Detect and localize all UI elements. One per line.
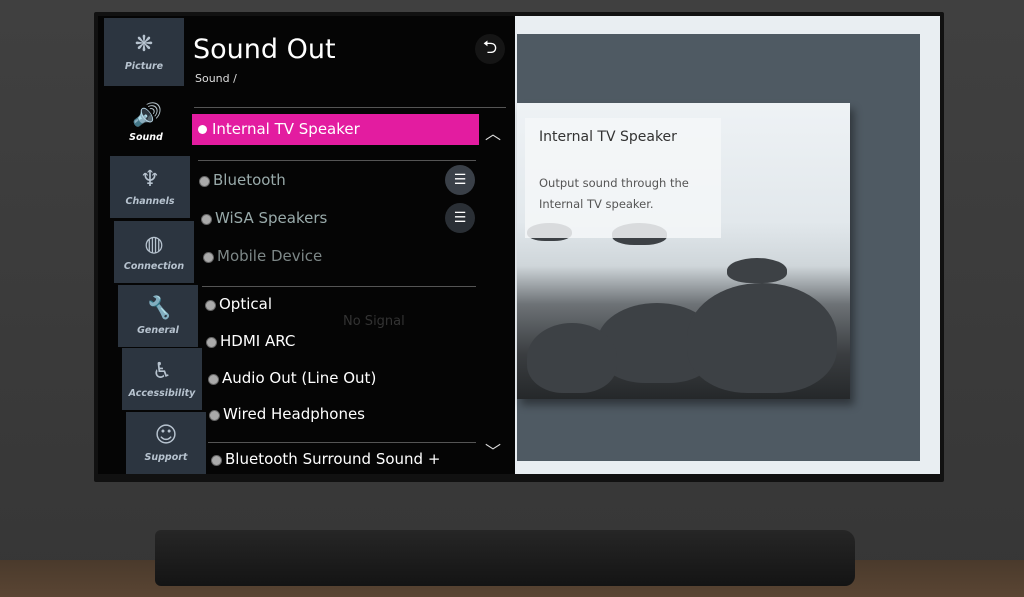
divider [208,442,476,443]
info-title: Internal TV Speaker [539,129,677,145]
list-icon: ☰ [453,172,467,188]
option-wisa-speakers[interactable]: WiSA Speakers [201,209,327,227]
sidebar-item-general[interactable]: 🔧 General [118,285,198,347]
tv-screen: Internal TV Speaker Output sound through… [98,16,940,474]
no-signal-text: No Signal [343,314,405,329]
wrench-icon: 🔧 [144,295,172,321]
option-wired-headphones[interactable]: Wired Headphones [209,405,365,423]
sidebar-item-support[interactable]: ☺ Support [126,412,206,474]
back-button[interactable]: ⮌ [475,34,505,64]
picture-icon: ❋ [134,31,154,57]
divider [202,286,476,287]
wisa-list-button[interactable]: ☰ [445,203,475,233]
option-bluetooth-surround[interactable]: Bluetooth Surround Sound + [211,450,440,468]
sidebar-item-channels[interactable]: ♆ Channels [110,156,190,218]
bluetooth-list-button[interactable]: ☰ [445,165,475,195]
artwork-frame: Internal TV Speaker Output sound through… [515,16,940,474]
option-optical[interactable]: Optical [205,295,272,313]
option-hdmi-arc[interactable]: HDMI ARC [206,332,295,350]
satellite-dish-icon: ♆ [140,166,160,192]
option-bluetooth[interactable]: Bluetooth [199,171,286,189]
sidebar-item-picture[interactable]: ❋ Picture [104,18,184,86]
divider [194,107,506,108]
info-description: Output sound through the Internal TV spe… [539,176,689,211]
settings-panel: No Signal ❋ Picture 🔊 Sound ♆ Channels ◍ Con… [98,16,515,474]
sidebar-item-accessibility[interactable]: ♿ Accessibility [122,348,202,410]
option-internal-tv-speaker[interactable]: Internal TV Speaker [192,114,479,145]
option-audio-out[interactable]: Audio Out (Line Out) [208,369,376,387]
page-title: Sound Out [193,34,336,65]
soundbar [155,530,855,586]
chevron-up-icon[interactable]: ︿ [485,120,501,144]
list-icon: ☰ [453,210,467,226]
divider [198,160,476,161]
globe-icon: ◍ [144,231,164,257]
accessibility-icon: ♿ [152,358,172,384]
sidebar-item-sound[interactable]: 🔊 Sound [106,92,186,154]
speaker-icon: 🔊 [132,102,160,128]
breadcrumb[interactable]: Sound / [195,72,237,85]
back-arrow-icon: ⮌ [482,37,498,58]
headset-icon: ☺ [154,422,178,448]
sidebar: ❋ Picture 🔊 Sound ♆ Channels ◍ Connection 🔧 G… [100,16,206,474]
chevron-down-icon[interactable]: ﹀ [485,438,501,462]
sidebar-item-connection[interactable]: ◍ Connection [114,221,194,283]
option-mobile-device[interactable]: Mobile Device [203,247,322,265]
